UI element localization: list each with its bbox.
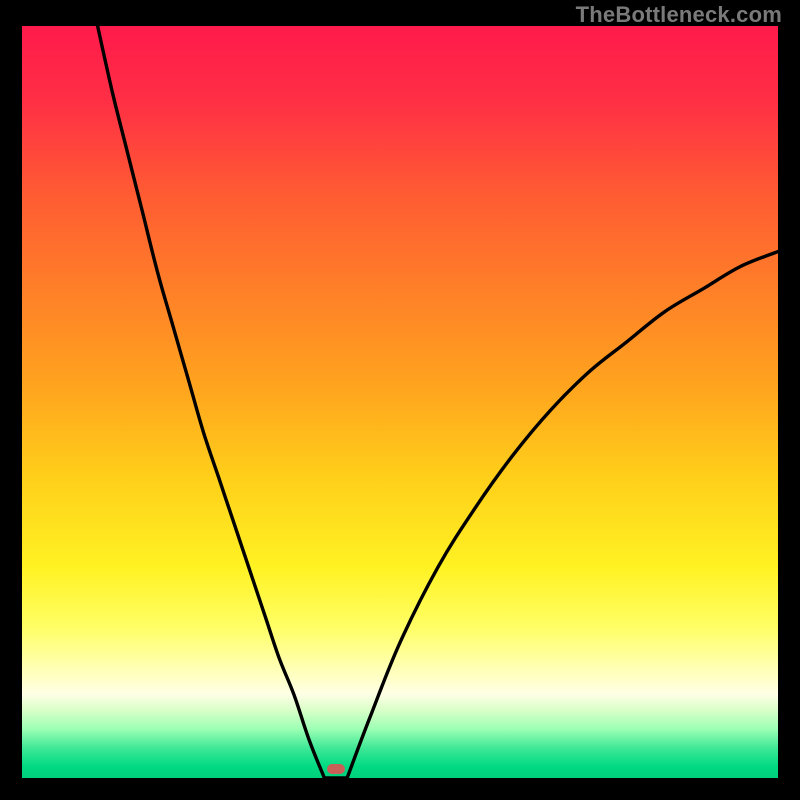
optimum-marker: [327, 764, 345, 774]
plot-area: [22, 26, 778, 778]
chart-svg: [22, 26, 778, 778]
chart-frame: TheBottleneck.com: [0, 0, 800, 800]
heat-background: [22, 26, 778, 778]
watermark-text: TheBottleneck.com: [576, 2, 782, 28]
